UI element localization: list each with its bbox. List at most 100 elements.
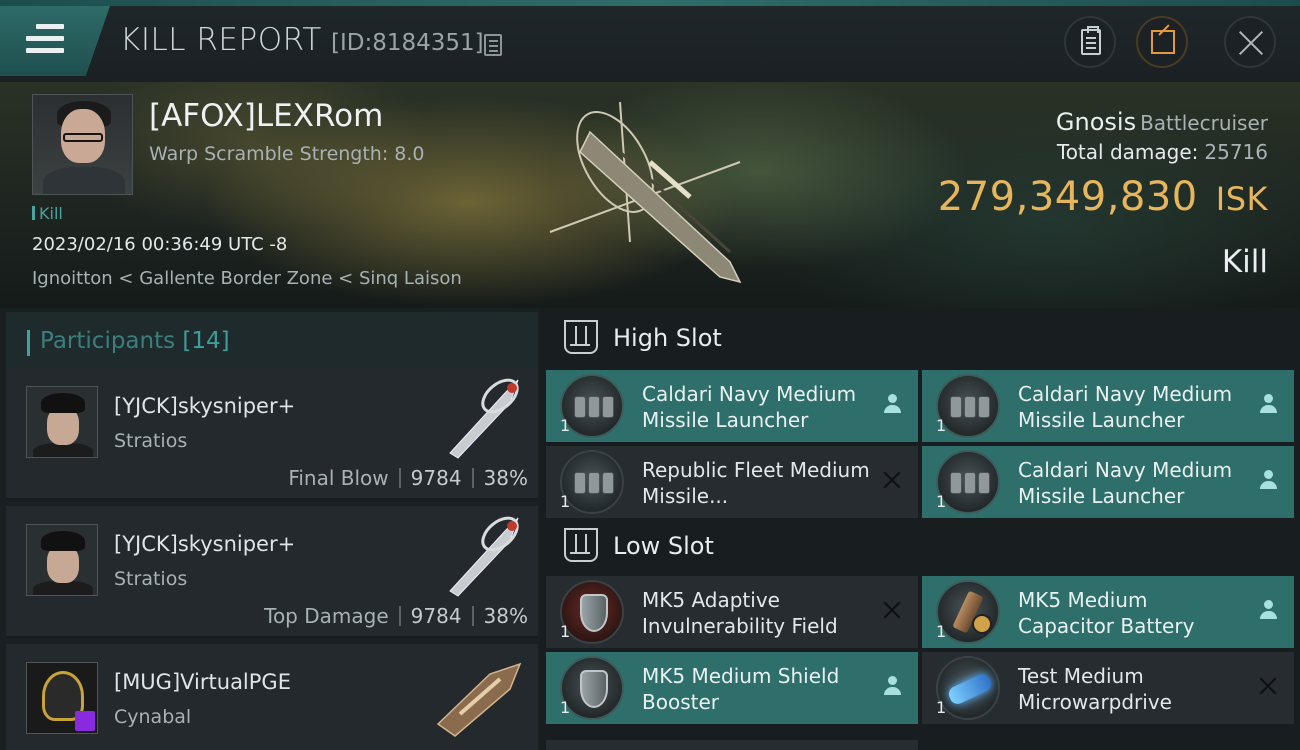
dropped-person-icon [1258, 394, 1278, 414]
destroyed-x-icon [882, 470, 902, 490]
total-damage: Total damage: 25716 [1057, 140, 1268, 164]
module-qty: 1 [560, 492, 571, 511]
module-item[interactable]: 1 MK5 Medium Capacitor Battery [922, 576, 1294, 648]
dropped-person-icon [882, 676, 902, 696]
module-item[interactable]: 1 MK5 Medium Shield Booster [546, 652, 918, 724]
participant-stats: Top Damage 9784 38% [264, 604, 528, 628]
victim-name[interactable]: [AFOX]LEXRom [149, 98, 383, 134]
fitting-panel: High Slot 1 Caldari Navy Medium Missile … [540, 308, 1300, 750]
clipboard-button[interactable] [1064, 16, 1116, 68]
module-item-partial[interactable] [546, 740, 918, 750]
module-qty: 1 [936, 622, 947, 641]
module-qty: 1 [560, 416, 571, 435]
top-accent-line [0, 0, 1300, 6]
participant-stats: Final Blow 9784 38% [288, 466, 528, 490]
kill-datetime: 2023/02/16 00:36:49 UTC -8 [32, 234, 288, 255]
participants-count: [14] [182, 328, 230, 354]
top-bar: KILL REPORT [ID:8184351] [0, 0, 1300, 82]
report-id: [ID:8184351] [331, 30, 484, 56]
participant-ship-image [449, 516, 519, 597]
destroyed-x-icon [1258, 676, 1278, 696]
module-item[interactable]: 1 MK5 Adaptive Invulnerability Field [546, 576, 918, 648]
corp-badge-icon [75, 711, 95, 731]
participant-avatar[interactable] [26, 662, 98, 734]
isk-amount: 279,349,830 [937, 174, 1198, 220]
module-item[interactable]: 1 Republic Fleet Medium Missile... [546, 446, 918, 518]
share-button[interactable] [1136, 16, 1188, 68]
module-name: Caldari Navy Medium Missile Launcher [1018, 382, 1233, 432]
participant-ship: Stratios [114, 568, 188, 590]
participant-damage: 9784 [410, 604, 462, 628]
victim-ship-render[interactable] [540, 92, 770, 292]
participant-name: [YJCK]skysniper+ [114, 532, 296, 556]
participant-card[interactable]: [YJCK]skysniper+ Stratios Final Blow 9784… [6, 368, 538, 500]
module-item[interactable]: 1 Test Medium Microwarpdrive [922, 652, 1294, 724]
page-title: KILL REPORT [120, 22, 322, 58]
high-slot-icon [564, 320, 598, 354]
dropped-person-icon [882, 394, 902, 414]
kill-tag-label: Kill [39, 204, 63, 223]
hamburger-icon [26, 24, 64, 60]
participant-card[interactable]: [MUG]VirtualPGE Cynabal [6, 644, 538, 750]
participant-avatar[interactable] [26, 524, 98, 596]
clipboard-icon [1081, 26, 1101, 55]
isk-value: 279,349,830 ISK [938, 174, 1268, 220]
participants-title: Participants [40, 328, 176, 354]
module-name: Caldari Navy Medium Missile Launcher [642, 382, 857, 432]
destroyed-x-icon [882, 600, 902, 620]
module-qty: 1 [560, 622, 571, 641]
participants-panel: Participants [14] [YJCK]skysniper+ Strat… [0, 308, 540, 750]
total-damage-value: 25716 [1204, 140, 1268, 164]
high-slot-title: High Slot [613, 324, 722, 352]
participant-ship-image [436, 662, 522, 737]
kill-location: Ignoitton < Gallente Border Zone < Sinq … [32, 268, 462, 289]
kill-tag: Kill [32, 204, 63, 223]
victim-avatar[interactable] [32, 94, 133, 195]
participant-role: Final Blow [288, 466, 389, 490]
participant-ship: Stratios [114, 430, 188, 452]
participant-avatar[interactable] [26, 386, 98, 458]
victim-ship-name: Gnosis [1055, 108, 1137, 136]
module-item[interactable]: 1 Caldari Navy Medium Missile Launcher [922, 370, 1294, 442]
copy-icon[interactable] [484, 34, 502, 56]
menu-button[interactable] [0, 6, 110, 76]
module-name: Test Medium Microwarpdrive [1018, 664, 1172, 714]
victim-ship-class: Battlecruiser [1140, 111, 1268, 135]
module-name: Caldari Navy Medium Missile Launcher [1018, 458, 1233, 508]
total-damage-label: Total damage: [1056, 140, 1199, 164]
module-qty: 1 [936, 492, 947, 511]
participant-name: [YJCK]skysniper+ [114, 394, 296, 418]
dropped-person-icon [1258, 600, 1278, 620]
low-slot-title: Low Slot [613, 532, 714, 560]
module-name: MK5 Adaptive Invulnerability Field [642, 588, 838, 638]
warp-scramble-strength: Warp Scramble Strength: 8.0 [149, 143, 425, 165]
victim-ship[interactable]: Gnosis Battlecruiser [1056, 108, 1268, 136]
participant-percent: 38% [483, 604, 528, 628]
victim-summary: [AFOX]LEXRom Warp Scramble Strength: 8.0… [0, 82, 1300, 308]
module-qty: 1 [560, 698, 571, 717]
low-slot-header: Low Slot [546, 516, 1298, 578]
result-label: Kill [1221, 244, 1268, 280]
module-qty: 1 [936, 698, 947, 717]
module-item[interactable]: 1 Caldari Navy Medium Missile Launcher [922, 446, 1294, 518]
isk-unit: ISK [1215, 180, 1268, 218]
participant-role: Top Damage [264, 604, 389, 628]
module-item[interactable]: 1 Caldari Navy Medium Missile Launcher [546, 370, 918, 442]
participant-damage: 9784 [410, 466, 462, 490]
participant-ship-image [449, 378, 519, 459]
participants-header[interactable]: Participants [14] [6, 312, 538, 368]
module-qty: 1 [936, 416, 947, 435]
participant-card[interactable]: [YJCK]skysniper+ Stratios Top Damage 9784… [6, 506, 538, 638]
dropped-person-icon [1258, 470, 1278, 490]
low-slot-icon [564, 528, 598, 562]
module-name: MK5 Medium Shield Booster [642, 664, 840, 714]
module-name: MK5 Medium Capacitor Battery [1018, 588, 1195, 638]
participant-ship: Cynabal [114, 706, 192, 728]
module-name: Republic Fleet Medium Missile... [642, 458, 870, 508]
share-icon [1151, 30, 1175, 54]
participant-name: [MUG]VirtualPGE [114, 670, 291, 694]
participant-percent: 38% [483, 466, 528, 490]
close-button[interactable] [1224, 16, 1276, 68]
high-slot-header: High Slot [546, 308, 1298, 370]
close-icon [1237, 29, 1265, 57]
